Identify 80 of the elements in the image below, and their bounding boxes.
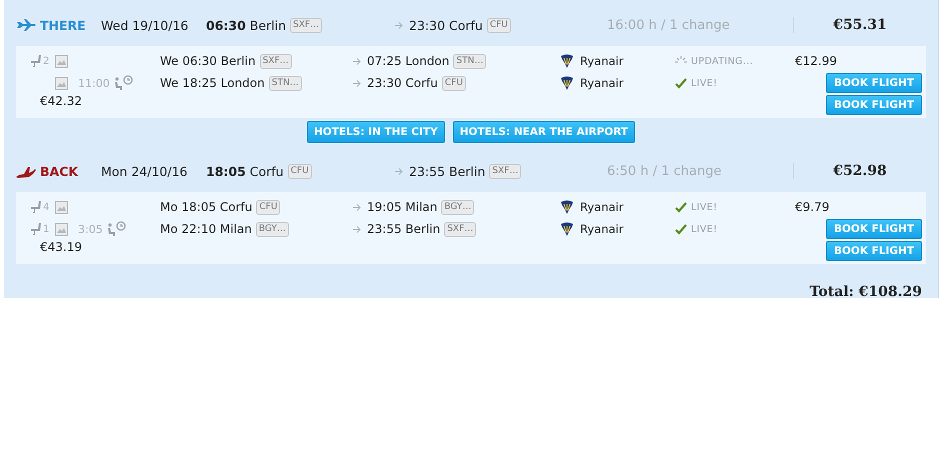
- leg-label: BACK: [40, 164, 78, 178]
- arrow-icon: [353, 58, 361, 64]
- seat-icon: [30, 222, 43, 236]
- airport-code: SXF…: [489, 164, 522, 178]
- airline-name: Ryanair: [580, 54, 624, 68]
- airport-code: SXF…: [290, 18, 322, 32]
- leg-price: €52.98: [833, 163, 887, 179]
- status-label: UPDATING...: [691, 56, 754, 66]
- subtotal-price: €42.32: [39, 94, 83, 108]
- seat-icon: [30, 54, 43, 68]
- image-icon: [55, 76, 68, 90]
- book-flight-button[interactable]: BOOK FLIGHT: [826, 73, 922, 93]
- segment-departure: We 06:30 Berlin: [160, 54, 256, 68]
- arrow-icon: [395, 22, 403, 28]
- airline-name: Ryanair: [580, 200, 624, 214]
- airline-logo: [560, 76, 574, 90]
- airport-code: CFU: [486, 18, 511, 32]
- layover-time: 11:00: [78, 76, 110, 90]
- airline-name: Ryanair: [580, 222, 624, 236]
- image-icon: [55, 54, 68, 68]
- image-icon: [55, 222, 68, 236]
- airport-code: BGY…: [256, 222, 289, 236]
- arrow-icon: [353, 204, 361, 210]
- airport-code: SXF…: [260, 54, 292, 68]
- duration-text: 6:50 h / 1 change: [607, 164, 722, 178]
- airline-name: Ryanair: [580, 76, 624, 90]
- layover-time: 3:05: [78, 222, 103, 236]
- arrow-icon: [353, 226, 361, 232]
- airline-logo: [560, 200, 574, 214]
- status-label: LIVE!: [691, 202, 718, 212]
- airport-code: BGY…: [441, 200, 474, 214]
- subtotal-price: €43.19: [39, 240, 83, 254]
- arrival-time: 23:30 Corfu: [409, 18, 483, 32]
- seat-count: 4: [43, 202, 50, 212]
- check-icon: [675, 224, 687, 234]
- segment-departure: Mo 18:05 Corfu: [160, 200, 252, 214]
- airport-code: CFU: [288, 164, 312, 178]
- book-flight-button[interactable]: BOOK FLIGHT: [826, 219, 922, 239]
- landing-plane-icon: [16, 164, 36, 178]
- segment-arrival: 19:05 Milan: [367, 200, 438, 214]
- hotels-button[interactable]: HOTELS: NEAR THE AIRPORT: [452, 121, 635, 143]
- duration-text: 16:00 h / 1 change: [607, 18, 731, 32]
- leg-date: Wed 19/10/16: [101, 18, 190, 32]
- layover-icon: [114, 75, 134, 91]
- airline-logo: [560, 222, 574, 236]
- status-label: LIVE!: [691, 78, 718, 88]
- check-icon: [675, 202, 687, 212]
- departure-time: 06:30 Berlin: [206, 18, 286, 32]
- airport-code: STN…: [268, 76, 302, 90]
- fare-price: €12.99: [795, 54, 838, 68]
- airport-code: CFU: [256, 200, 280, 214]
- airport-code: SXF…: [444, 222, 476, 236]
- leg-date: Mon 24/10/16: [101, 164, 188, 178]
- segment-arrival: 07:25 London: [367, 54, 450, 68]
- segment-arrival: 23:55 Berlin: [367, 222, 440, 236]
- arrival-time: 23:55 Berlin: [409, 164, 486, 178]
- hotels-button[interactable]: HOTELS: IN THE CITY: [307, 121, 445, 143]
- segment-departure: Mo 22:10 Milan: [160, 222, 252, 236]
- book-flight-button[interactable]: BOOK FLIGHT: [826, 95, 922, 115]
- plane-icon: [16, 19, 36, 31]
- layover-icon: [106, 221, 127, 237]
- total-price: Total: €108.29: [810, 284, 922, 300]
- leg-label: THERE: [40, 18, 86, 32]
- fare-price: €9.79: [795, 200, 830, 214]
- book-flight-button[interactable]: BOOK FLIGHT: [826, 241, 922, 261]
- arrow-icon: [395, 168, 403, 174]
- airline-logo: [560, 54, 574, 68]
- airport-code: CFU: [442, 76, 466, 90]
- status-label: LIVE!: [691, 224, 718, 234]
- segment-arrival: 23:30 Corfu: [367, 76, 438, 90]
- segment-departure: We 18:25 London: [160, 76, 265, 90]
- seat-count: 1: [43, 224, 50, 234]
- arrow-icon: [353, 80, 361, 86]
- airport-code: STN…: [453, 54, 486, 68]
- image-icon: [55, 200, 68, 214]
- departure-time: 18:05 Corfu: [206, 164, 284, 178]
- leg-price: €55.31: [833, 17, 887, 33]
- check-icon: [675, 78, 687, 88]
- seat-count: 2: [43, 56, 50, 66]
- seat-icon: [30, 200, 43, 214]
